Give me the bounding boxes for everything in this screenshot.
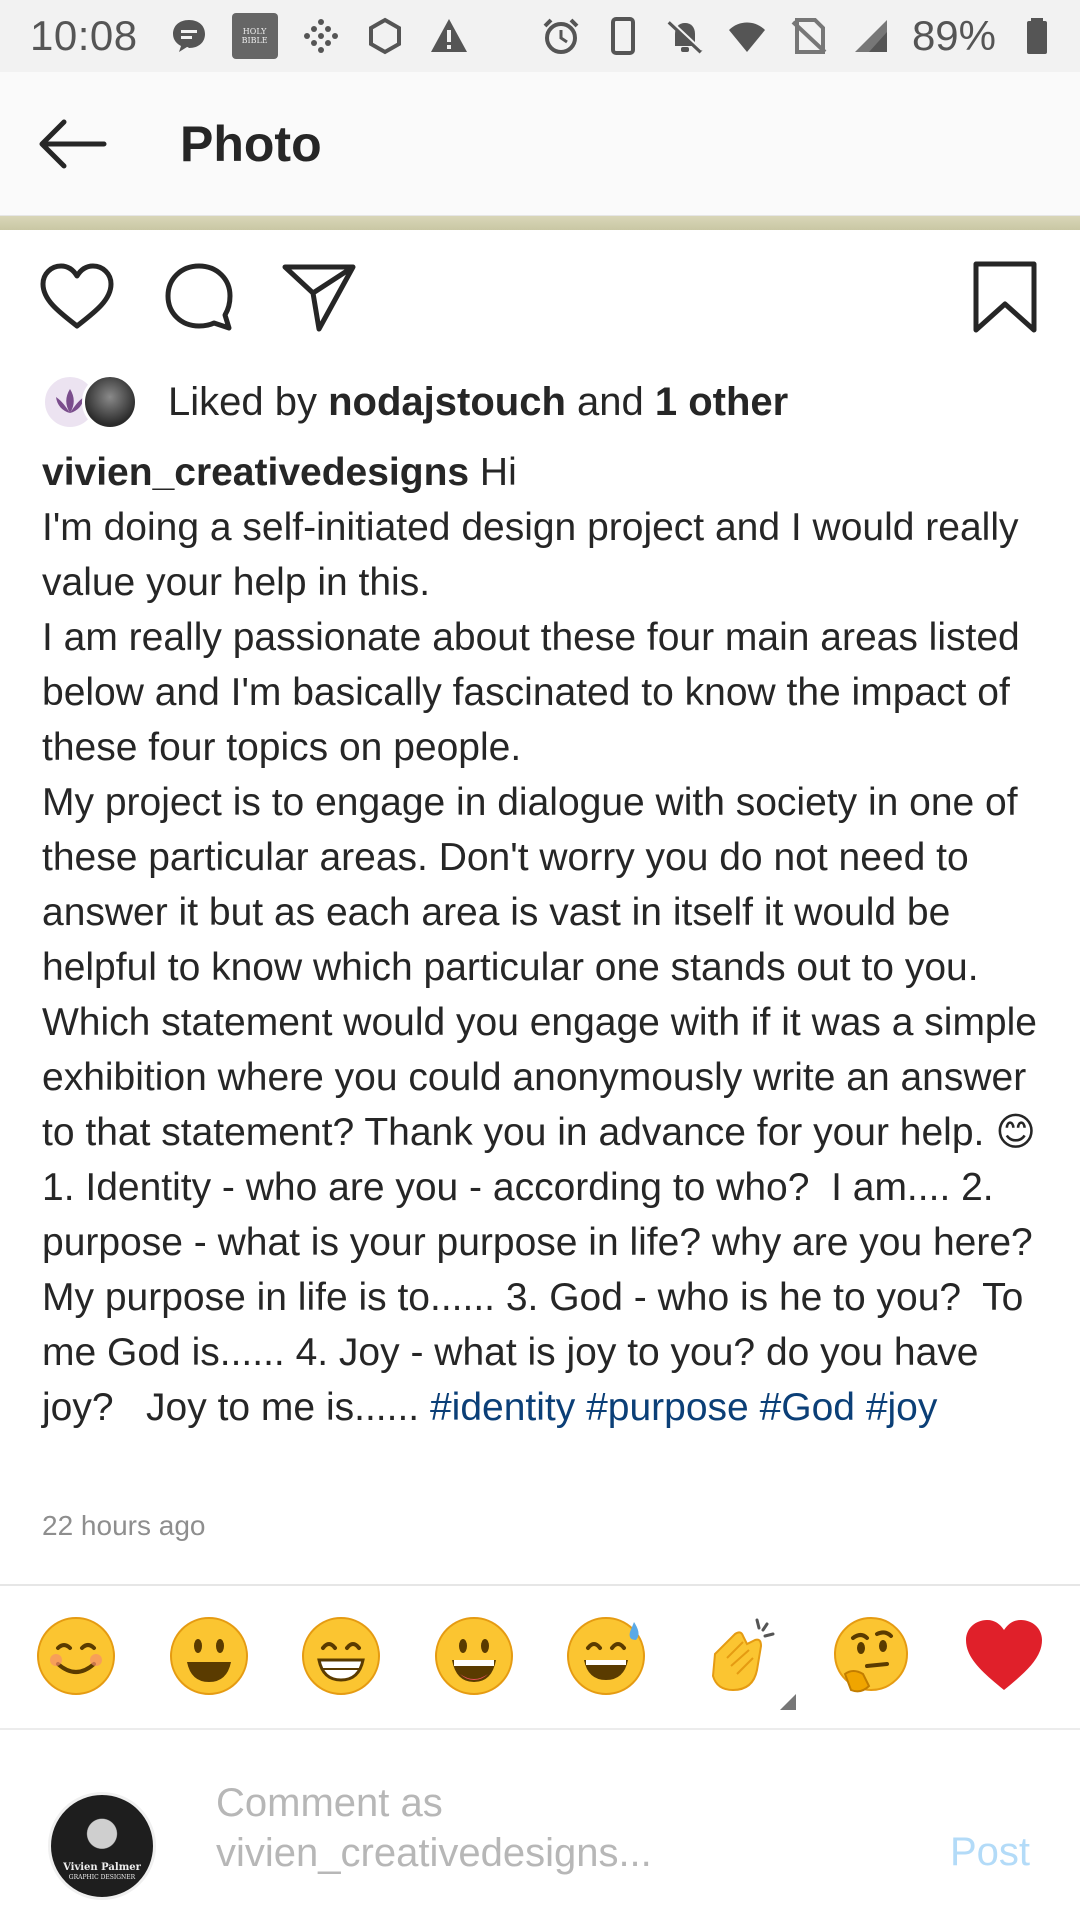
post-button[interactable]: Post bbox=[950, 1830, 1030, 1875]
hashtag-link[interactable]: #identity bbox=[430, 1386, 575, 1429]
status-time: 10:08 bbox=[30, 12, 138, 59]
back-button[interactable] bbox=[20, 92, 124, 196]
heart-icon bbox=[40, 263, 114, 329]
alarm-icon bbox=[540, 15, 582, 57]
avatar-title: GRAPHIC DESIGNER bbox=[68, 1874, 136, 1881]
bible-app-label: HOLY BIBLE bbox=[241, 27, 268, 45]
likes-middle: and bbox=[565, 379, 655, 424]
bookmark-icon bbox=[973, 261, 1037, 333]
post-caption: vivien_creativedesigns Hi I'm doing a se… bbox=[42, 445, 1052, 1435]
emoji-grinning-button[interactable] bbox=[429, 1611, 519, 1701]
status-bar: 10:08 HOLY BIBLE 89% bbox=[0, 0, 1080, 72]
no-sim-icon bbox=[788, 15, 830, 57]
emoji-grinning-big-eyes-button[interactable] bbox=[164, 1611, 254, 1701]
mute-icon bbox=[664, 15, 706, 57]
hashtag-link[interactable]: #God bbox=[760, 1386, 855, 1429]
divider bbox=[0, 1728, 1080, 1730]
page-title: Photo bbox=[180, 115, 322, 172]
red-heart-icon bbox=[965, 1620, 1042, 1690]
app-bar: Photo bbox=[0, 72, 1080, 216]
post-photo[interactable] bbox=[0, 216, 1080, 230]
thinking-face-icon bbox=[834, 1617, 909, 1693]
emoji-red-heart-button[interactable] bbox=[959, 1611, 1049, 1701]
comment-bubble-icon bbox=[165, 263, 233, 331]
emoji-smiling-blush-button[interactable] bbox=[31, 1611, 121, 1701]
emoji-sweat-smile-button[interactable] bbox=[561, 1611, 651, 1701]
phone-icon bbox=[602, 15, 644, 57]
emoji-clapping-hands-button[interactable] bbox=[694, 1611, 784, 1701]
grinning-face-icon bbox=[169, 1617, 248, 1695]
hashtag-link[interactable]: #joy bbox=[866, 1386, 938, 1429]
likes-others[interactable]: 1 other bbox=[655, 380, 788, 424]
post-timestamp: 22 hours ago bbox=[42, 1510, 206, 1541]
divider bbox=[0, 1584, 1080, 1586]
battery-percent: 89% bbox=[911, 12, 996, 59]
likes-text: Liked by nodajstouch and 1 other bbox=[168, 380, 788, 425]
post-action-row bbox=[0, 240, 1080, 350]
paper-plane-icon bbox=[282, 264, 356, 332]
hashtag-link[interactable]: #purpose bbox=[586, 1386, 749, 1429]
liker-avatars bbox=[42, 372, 146, 432]
avatar bbox=[82, 374, 138, 430]
caption-username[interactable]: vivien_creativedesigns bbox=[42, 451, 469, 494]
grinning-face-icon bbox=[434, 1617, 513, 1695]
signal-icon bbox=[850, 15, 892, 57]
comment-button[interactable] bbox=[158, 256, 240, 338]
emoji-quick-reply-bar bbox=[0, 1600, 1080, 1712]
emoji-thinking-button[interactable] bbox=[826, 1611, 916, 1701]
liker-username[interactable]: nodajstouch bbox=[328, 380, 566, 424]
save-button[interactable] bbox=[966, 256, 1044, 338]
message-icon bbox=[168, 15, 210, 57]
avatar-name: Vivien Palmer bbox=[63, 1862, 141, 1873]
comment-composer: Vivien Palmer GRAPHIC DESIGNER Comment a… bbox=[0, 1740, 1080, 1920]
like-button[interactable] bbox=[36, 256, 118, 338]
comment-input[interactable]: Comment as vivien_creativedesigns... bbox=[216, 1778, 696, 1878]
avatar: Vivien Palmer GRAPHIC DESIGNER bbox=[48, 1792, 156, 1900]
arrow-left-icon bbox=[39, 119, 107, 168]
likes-summary[interactable]: Liked by nodajstouch and 1 other bbox=[42, 366, 788, 438]
sync-icon bbox=[364, 15, 406, 57]
emoji-beaming-button[interactable] bbox=[296, 1611, 386, 1701]
beaming-face-icon bbox=[302, 1617, 381, 1695]
dots-grid-icon bbox=[300, 15, 342, 57]
battery-icon bbox=[1016, 15, 1058, 57]
clapping-hands-icon bbox=[711, 1618, 775, 1692]
expand-corner-icon[interactable] bbox=[780, 1694, 796, 1710]
caption-text: Hi I'm doing a self-initiated design pro… bbox=[42, 451, 1037, 1429]
share-button[interactable] bbox=[278, 256, 360, 338]
sweat-smile-icon bbox=[567, 1617, 646, 1695]
bible-app-icon: HOLY BIBLE bbox=[231, 13, 278, 59]
wifi-icon bbox=[726, 15, 768, 57]
alert-icon bbox=[428, 15, 470, 57]
likes-prefix: Liked by bbox=[168, 379, 329, 424]
smiling-face-icon bbox=[37, 1617, 116, 1695]
